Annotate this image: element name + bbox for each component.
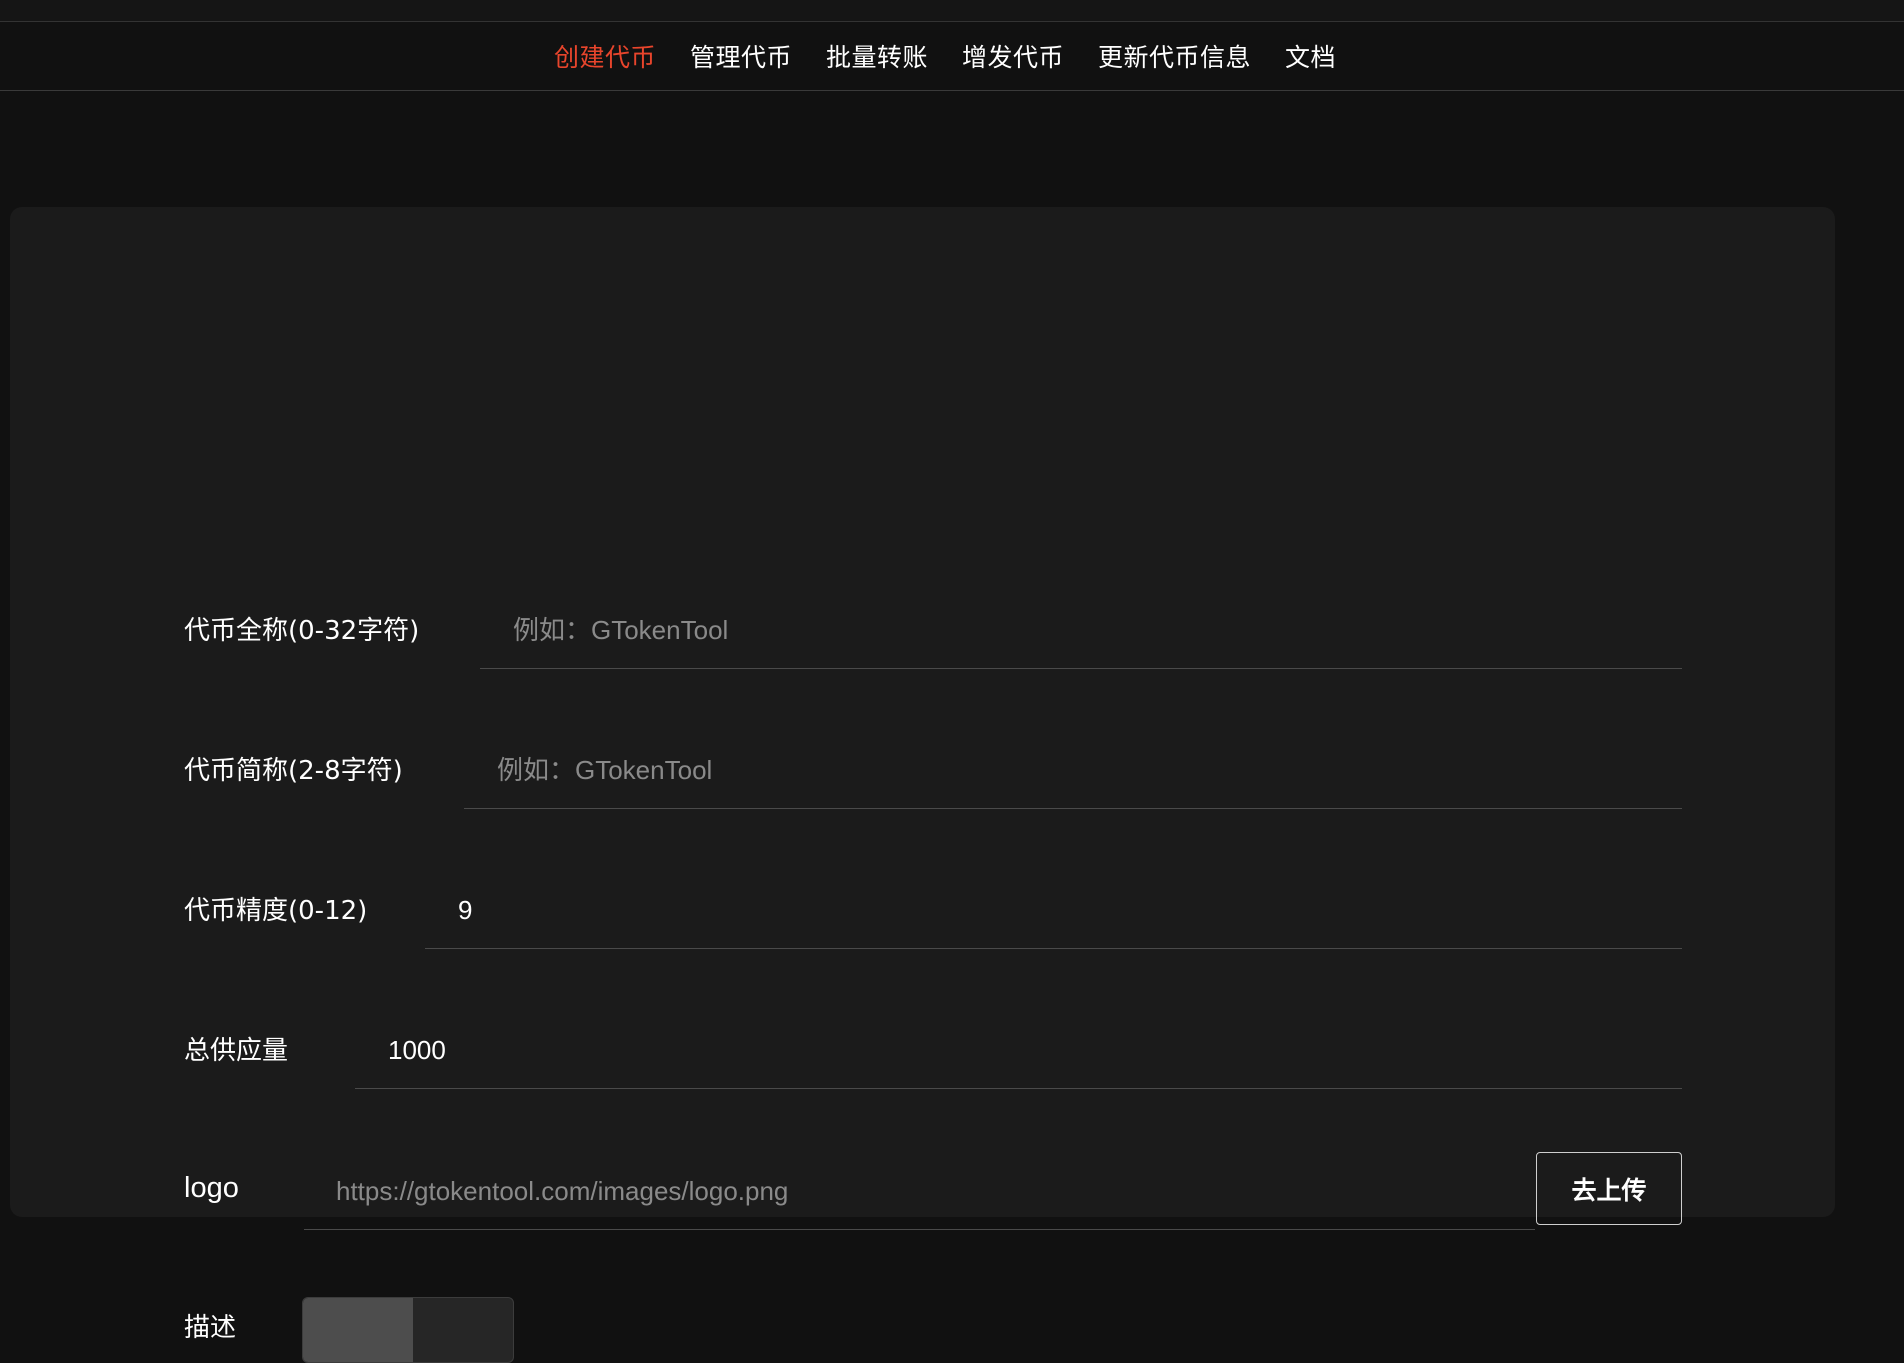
token-symbol-input[interactable] — [464, 732, 1682, 808]
token-decimals-row: 代币精度(0-12) — [174, 872, 1682, 950]
token-symbol-field — [464, 732, 1682, 809]
token-supply-input[interactable] — [355, 1012, 1682, 1088]
token-description-row: 描述 — [174, 1297, 1682, 1363]
nav-item-create-token[interactable]: 创建代币 — [554, 38, 656, 74]
nav-item-batch-transfer[interactable]: 批量转账 — [826, 38, 928, 74]
token-decimals-field — [425, 872, 1682, 949]
token-supply-label: 总供应量 — [184, 1036, 289, 1066]
upload-logo-button[interactable]: 去上传 — [1536, 1152, 1682, 1225]
description-toggle[interactable] — [302, 1297, 514, 1363]
token-decimals-label: 代币精度(0-12) — [184, 896, 368, 926]
nav-item-docs[interactable]: 文档 — [1285, 38, 1336, 74]
token-logo-field — [304, 1153, 1535, 1230]
nav-item-mint-token[interactable]: 增发代币 — [962, 38, 1064, 74]
main-nav: 创建代币 管理代币 批量转账 增发代币 更新代币信息 文档 — [0, 22, 1904, 91]
token-name-label: 代币全称(0-32字符) — [184, 616, 420, 646]
token-supply-row: 总供应量 — [174, 1012, 1682, 1090]
token-logo-row: logo 去上传 — [174, 1152, 1682, 1230]
token-symbol-row: 代币简称(2-8字符) — [174, 732, 1682, 810]
token-description-label: 描述 — [184, 1313, 237, 1343]
token-logo-input[interactable] — [304, 1153, 1535, 1229]
nav-item-update-token-info[interactable]: 更新代币信息 — [1098, 38, 1251, 74]
description-toggle-knob — [303, 1298, 413, 1362]
nav-item-manage-token[interactable]: 管理代币 — [690, 38, 792, 74]
token-name-field — [480, 592, 1682, 669]
token-symbol-label: 代币简称(2-8字符) — [184, 756, 403, 786]
token-name-row: 代币全称(0-32字符) — [174, 592, 1682, 670]
create-token-panel: 代币全称(0-32字符) 代币简称(2-8字符) 代币精度(0-12) 总供应量… — [10, 207, 1835, 1363]
token-decimals-input[interactable] — [425, 872, 1682, 948]
window-top-strip — [0, 0, 1904, 22]
token-supply-field — [355, 1012, 1682, 1089]
token-logo-label: logo — [184, 1172, 239, 1204]
token-name-input[interactable] — [480, 592, 1682, 668]
